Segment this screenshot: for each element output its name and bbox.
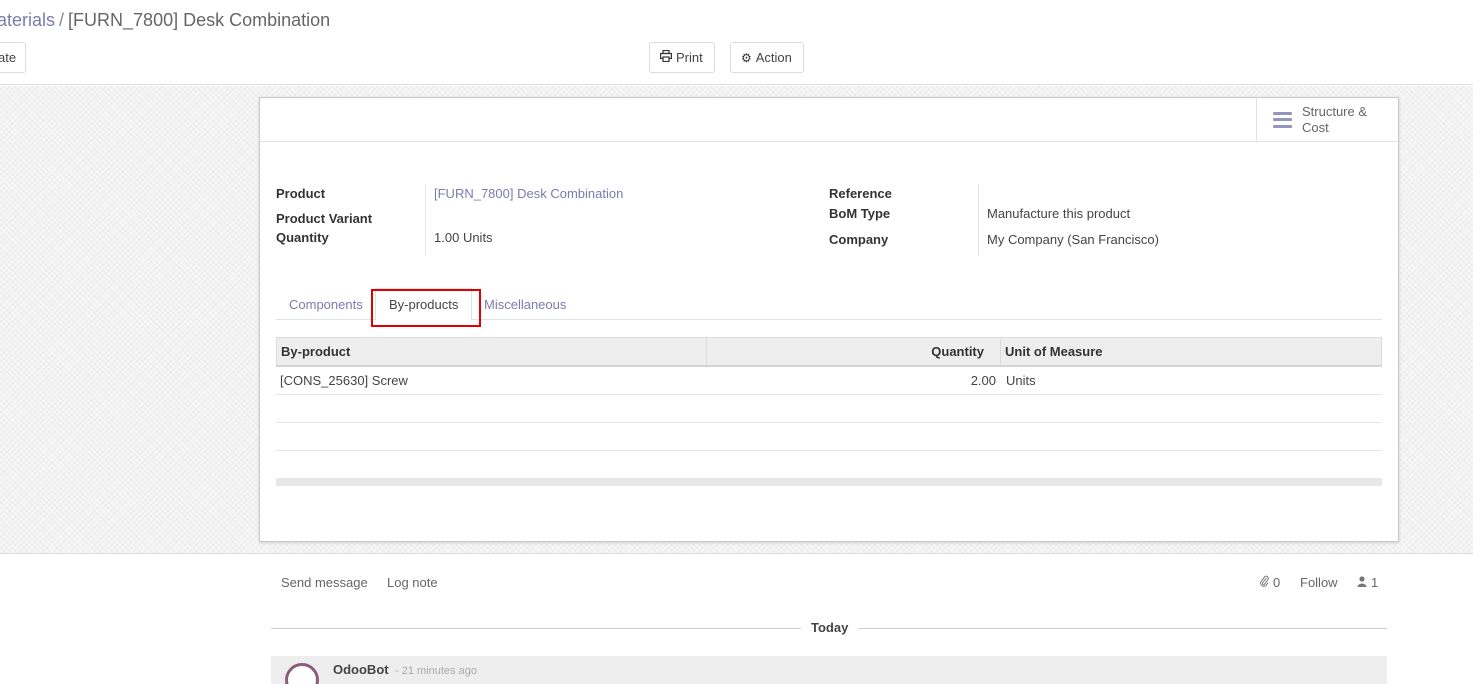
structure-cost-button[interactable]: Structure & Cost [1256,98,1398,141]
tab-by-products[interactable]: By-products [375,288,473,321]
notebook-tabs: Components By-products Miscellaneous [276,288,1382,321]
paperclip-icon [1260,575,1269,590]
message-author[interactable]: OdooBot [333,662,389,677]
action-button-label: Action [755,50,792,65]
create-button-label: ate [0,50,17,65]
attachments-count: 0 [1273,575,1281,590]
print-icon [660,49,673,65]
send-message-button[interactable]: Send message [281,575,368,590]
product-link[interactable]: [FURN_7800] Desk Combination [434,186,623,201]
bom-type-value[interactable]: Manufacture this product [987,206,1130,221]
day-label: Today [801,620,859,635]
table-footer [276,479,1382,486]
company-value[interactable]: My Company (San Francisco) [987,232,1159,247]
quantity-uom: Units [462,230,493,245]
form-sheet: Structure & Cost Product [FURN_7800] Des… [259,97,1399,542]
action-button[interactable]: ⚙ Action [730,42,804,73]
user-icon [1357,575,1367,590]
quantity-value: 1.00 [434,230,460,245]
row-product: [CONS_25630] Screw [280,373,408,388]
column-header-by-product[interactable]: By-product [277,338,707,365]
empty-row [276,395,1382,423]
byproducts-table: By-product Quantity Unit of Measure [CON… [276,337,1382,486]
create-button[interactable]: ate [0,42,26,73]
followers-count: 1 [1371,575,1379,590]
breadcrumb-separator: / [59,10,65,30]
day-separator: Today [271,620,1387,636]
column-header-uom[interactable]: Unit of Measure [1001,338,1381,365]
row-quantity: 2.00 [970,373,996,388]
table-row[interactable]: [CONS_25630] Screw 2.00 Units [276,367,1382,395]
print-button[interactable]: Print [649,42,715,73]
follow-button[interactable]: Follow [1300,575,1338,590]
reference-label: Reference [829,186,892,201]
right-group-divider [978,184,979,256]
quantity-field[interactable]: 1.00 Units [434,230,493,245]
control-panel: aterials/[FURN_7800] Desk Combination at… [0,0,1473,85]
print-button-label: Print [676,50,703,65]
table-header: By-product Quantity Unit of Measure [276,337,1382,367]
company-label: Company [829,232,889,247]
breadcrumb-current: [FURN_7800] Desk Combination [68,10,331,30]
gear-icon: ⚙ [741,50,752,65]
empty-row [276,451,1382,479]
attachments-button[interactable]: 0 [1260,575,1280,590]
message-time: - 21 minutes ago [395,665,477,677]
followers-button[interactable]: 1 [1357,575,1378,590]
button-box: Structure & Cost [260,98,1398,142]
tab-components[interactable]: Components [276,288,376,320]
bom-type-label: BoM Type [829,206,891,221]
breadcrumb-parent-link[interactable]: aterials [0,10,55,30]
product-variant-label: Product Variant [276,211,373,226]
row-uom: Units [1006,373,1036,388]
log-note-button[interactable]: Log note [387,575,438,590]
breadcrumb: aterials / [FURN_7800] Desk Combination [0,10,330,31]
tab-miscellaneous[interactable]: Miscellaneous [471,288,579,320]
quantity-label: Quantity [276,230,329,245]
chatter-message: OdooBot - 21 minutes ago [271,656,1387,684]
column-header-quantity[interactable]: Quantity [707,338,1001,365]
product-label: Product [276,186,326,201]
bars-icon [1273,111,1292,128]
left-group-divider [425,184,426,256]
empty-row [276,423,1382,451]
structure-cost-label: Structure & Cost [1302,103,1368,135]
avatar[interactable] [285,663,319,684]
